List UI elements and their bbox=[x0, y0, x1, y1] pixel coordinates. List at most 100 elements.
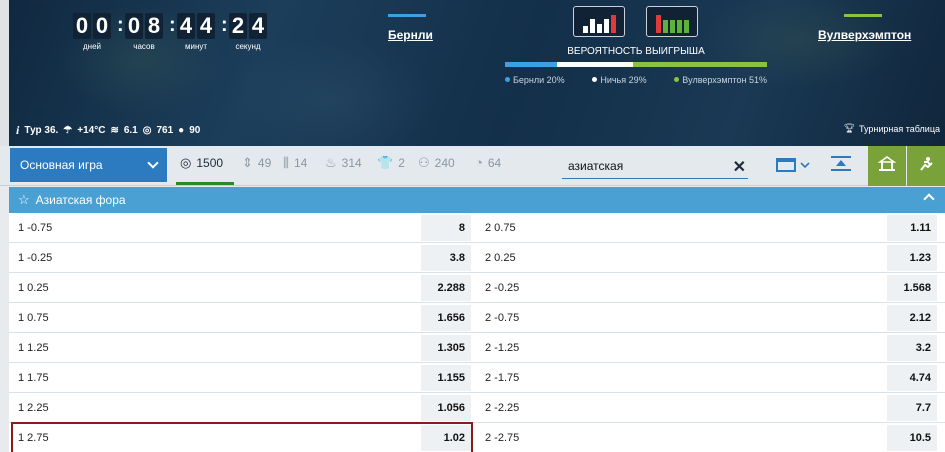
table-row: 1 -0.75 8 2 0.75 1.11 bbox=[9, 213, 945, 243]
odds-button[interactable]: 1.656 bbox=[421, 305, 471, 331]
timer-digit: 2 bbox=[229, 13, 247, 39]
wind-icon: ≋ bbox=[110, 125, 119, 136]
pressure: 761 bbox=[156, 125, 174, 136]
outcome-label: 2 0.75 bbox=[485, 222, 516, 234]
timer-label: часов bbox=[133, 42, 155, 51]
away-team-link[interactable]: Вулверхэмптон bbox=[818, 14, 911, 42]
chevron-up-icon[interactable] bbox=[923, 193, 935, 205]
market-count: 49 bbox=[257, 156, 272, 170]
odds-button[interactable]: 1.02 bbox=[421, 425, 471, 451]
form-bar bbox=[683, 20, 689, 33]
outcome-label: 1 2.75 bbox=[18, 432, 49, 444]
standings-label: Турнирная таблица bbox=[859, 123, 940, 134]
home-form-chart[interactable] bbox=[573, 6, 625, 37]
away-form-chart[interactable] bbox=[646, 6, 698, 37]
odds-button[interactable]: 3.2 bbox=[887, 335, 937, 361]
prob-segment-home bbox=[505, 62, 558, 67]
wind-speed: 6.1 bbox=[123, 125, 138, 136]
odds-button[interactable]: 3.8 bbox=[421, 245, 471, 271]
odds-button[interactable]: 1.23 bbox=[887, 245, 937, 271]
timer-digit: 8 bbox=[145, 13, 163, 39]
market-count: 2 bbox=[398, 156, 405, 170]
form-bar bbox=[676, 20, 682, 33]
stadium-view-button[interactable] bbox=[868, 146, 906, 186]
match-header: 00 дней : 08 часов : 44 минут : 24 секун… bbox=[0, 0, 945, 146]
timer-minutes: 44 минут bbox=[170, 13, 222, 51]
star-icon[interactable]: ☆ bbox=[18, 192, 30, 208]
outcome-label: 2 -2.25 bbox=[485, 402, 520, 414]
game-select-dropdown[interactable]: Основная игра bbox=[10, 148, 167, 182]
match-info-row: i Тур 36. ☂ +14°C ≋ 6.1 ◎ 761 ● 90 bbox=[16, 123, 200, 138]
market-toolbar: Основная игра ◎ 1500 ⇕ 49 ⫼ 14 ♨ 314 👕 2… bbox=[0, 146, 945, 186]
home-team-color-bar bbox=[388, 14, 426, 17]
timer-digit: 0 bbox=[93, 13, 111, 39]
timer-label: минут bbox=[184, 42, 208, 51]
market-tab-time[interactable]: ◔ 64 bbox=[475, 155, 501, 170]
section-header[interactable]: ☆ Азиатская фора bbox=[9, 187, 945, 213]
odds-button[interactable]: 4.74 bbox=[887, 365, 937, 391]
outcome-label: 1 1.25 bbox=[18, 342, 49, 354]
odds-button[interactable]: 8 bbox=[421, 215, 471, 241]
form-bar bbox=[596, 24, 602, 33]
info-icon[interactable]: i bbox=[16, 123, 19, 138]
timer-icon: ◔ bbox=[475, 155, 483, 170]
table-row: 1 0.75 1.656 2 -0.75 2.12 bbox=[9, 303, 945, 333]
home-team-link[interactable]: Бернли bbox=[388, 14, 433, 42]
timer-digit: 0 bbox=[73, 13, 91, 39]
market-tab-stats[interactable]: ⫼ 14 bbox=[283, 155, 307, 171]
market-count: 240 bbox=[434, 156, 455, 170]
win-probability-legend: Бернли 20% Ничья 29% Вулверхэмптон 51% bbox=[505, 75, 767, 85]
outcome-label: 2 -1.25 bbox=[485, 342, 520, 354]
layout-toggle-icon[interactable] bbox=[776, 158, 812, 175]
legend-draw: Ничья 29% bbox=[592, 75, 647, 85]
timer-label: секунд bbox=[235, 42, 261, 51]
section-title: Азиатская фора bbox=[35, 193, 126, 207]
timer-seconds: 24 секунд bbox=[222, 13, 274, 51]
active-tab-indicator bbox=[176, 182, 234, 185]
legend-away: Вулверхэмптон 51% bbox=[674, 75, 767, 85]
humidity: 90 bbox=[189, 125, 201, 136]
shirt-icon: 👕 bbox=[377, 155, 394, 170]
odds-button[interactable]: 1.056 bbox=[421, 395, 471, 421]
odds-button[interactable]: 2.12 bbox=[887, 305, 937, 331]
prob-segment-away bbox=[633, 62, 767, 67]
outcome-label: 2 -1.75 bbox=[485, 372, 520, 384]
timer-days: 00 дней bbox=[66, 13, 118, 51]
pressure-icon: ◎ bbox=[142, 125, 152, 136]
table-row: 1 2.75 1.02 2 -2.75 10.5 bbox=[9, 422, 945, 452]
standings-link[interactable]: 🏆︎ Турнирная таблица bbox=[844, 123, 940, 134]
updown-icon: ⇕ bbox=[242, 155, 253, 170]
timer-digit: 4 bbox=[197, 13, 215, 39]
market-tab-all[interactable]: ◎ 1500 bbox=[180, 155, 223, 171]
odds-button[interactable]: 7.7 bbox=[887, 395, 937, 421]
collapse-markets-icon[interactable] bbox=[830, 156, 852, 175]
win-probability-bar bbox=[505, 62, 767, 67]
game-select-value: Основная игра bbox=[20, 158, 103, 172]
market-tab-shirt[interactable]: 👕 2 bbox=[377, 155, 405, 171]
market-tab-totals[interactable]: ⇕ 49 bbox=[242, 155, 271, 171]
table-row: 1 2.25 1.056 2 -2.25 7.7 bbox=[9, 393, 945, 423]
live-view-button[interactable] bbox=[907, 146, 945, 186]
form-bar bbox=[589, 19, 595, 33]
odds-button[interactable]: 1.155 bbox=[421, 365, 471, 391]
odds-button[interactable]: 1.11 bbox=[887, 215, 937, 241]
outcome-label: 2 -0.25 bbox=[485, 282, 520, 294]
form-bar bbox=[669, 20, 675, 33]
timer-hours: 08 часов bbox=[118, 13, 170, 51]
odds-button[interactable]: 10.5 bbox=[887, 425, 937, 451]
odds-button[interactable]: 1.305 bbox=[421, 335, 471, 361]
timer-digit: 0 bbox=[125, 13, 143, 39]
table-row: 1 1.75 1.155 2 -1.75 4.74 bbox=[9, 363, 945, 393]
odds-button[interactable]: 2.288 bbox=[421, 275, 471, 301]
market-tab-players[interactable]: ⚇ 240 bbox=[418, 155, 455, 171]
left-strip bbox=[0, 0, 9, 146]
market-tab-hot[interactable]: ♨ 314 bbox=[325, 155, 362, 171]
odds-button[interactable]: 1.568 bbox=[887, 275, 937, 301]
temperature: +14°C bbox=[77, 125, 106, 136]
search-input[interactable] bbox=[562, 155, 722, 177]
round-label: Тур 36. bbox=[24, 125, 59, 136]
trophy-icon: 🏆︎ bbox=[843, 123, 856, 133]
close-icon[interactable]: ✕ bbox=[733, 157, 746, 177]
outcome-label: 1 2.25 bbox=[18, 402, 49, 414]
win-probability-title: ВЕРОЯТНОСТЬ ВЫИГРЫША bbox=[567, 46, 705, 57]
